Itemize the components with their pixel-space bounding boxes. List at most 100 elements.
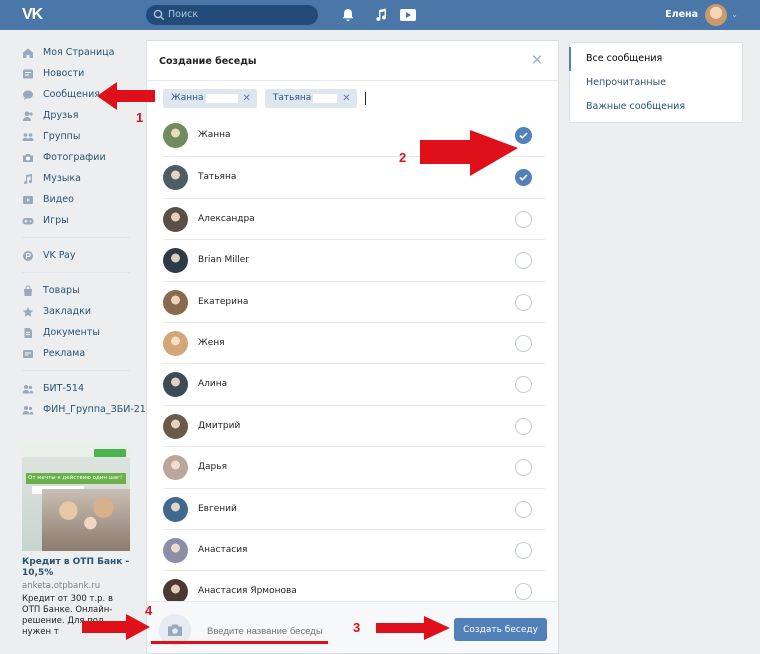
unchecked-checkbox[interactable] [515,541,532,559]
menu-item-important[interactable]: Важные сообщения [570,95,742,119]
contact-row[interactable]: Дмитрий [163,404,545,446]
contact-name: Татьяна [198,172,237,183]
search-box[interactable]: Поиск [146,5,318,25]
contact-avatar [163,248,188,274]
annotation-number-3: 3 [353,620,361,635]
contact-avatar [163,455,188,481]
remove-chip-icon[interactable]: ✕ [342,93,350,104]
sidebar-item-vk-pay[interactable]: VK Pay [22,245,140,266]
group-chat-icon [22,383,34,395]
document-icon [22,327,34,339]
ad-domain: anketa.otpbank.ru [22,581,101,591]
annotation-number-2: 2 [399,150,407,165]
unchecked-checkbox[interactable] [515,583,532,601]
close-icon[interactable]: ✕ [530,53,544,68]
contact-name: Екатерина [198,296,249,307]
ad-title[interactable]: Кредит в ОТП Банк - 10,5% [22,557,132,579]
contact-list: Жанна Татьяна Александра Brian Miller Екатер… [163,115,545,612]
contact-row[interactable]: Дарья [163,446,545,487]
sidebar-item-label: Группы [43,131,81,142]
contact-row[interactable]: Александра [163,197,545,239]
bank-logo [94,449,126,457]
sidebar-item-goods[interactable]: Товары [22,280,140,301]
create-chat-button[interactable]: Создать беседу [454,618,547,641]
unchecked-checkbox[interactable] [515,210,532,228]
contact-avatar [163,289,188,315]
sidebar-item-documents[interactable]: Документы [22,322,140,343]
unchecked-checkbox[interactable] [515,459,532,477]
contact-avatar [163,165,188,191]
groups-icon [22,131,34,143]
music-icon[interactable] [373,7,389,23]
camera-icon [168,624,182,636]
contact-row[interactable]: Екатерина [163,280,545,322]
contact-row[interactable]: Евгений [163,487,545,529]
contact-avatar [163,537,188,563]
unchecked-checkbox[interactable] [515,252,532,270]
chat-name-input[interactable] [207,626,357,637]
sidebar-item-label: Реклама [43,348,86,359]
sidebar-item-my-page[interactable]: Моя Страница [22,42,140,63]
unchecked-checkbox[interactable] [515,417,532,435]
news-icon [22,68,34,80]
remove-chip-icon[interactable]: ✕ [243,93,251,104]
participant-chip[interactable]: Жанна ✕ [163,88,257,108]
video-play-icon[interactable] [399,7,417,23]
sidebar-item-video[interactable]: Видео [22,189,140,210]
bag-icon [22,285,34,297]
vk-logo[interactable]: VK [22,6,48,24]
text-caret[interactable] [364,91,366,105]
sidebar-item-group-chat-1[interactable]: БИТ-514 [22,378,140,399]
annotation-underline [151,641,328,644]
search-icon [153,9,165,21]
checkmark-icon [519,132,528,139]
sidebar-item-games[interactable]: Игры [22,210,140,231]
sidebar-item-group-chat-2[interactable]: ФИН_Группа_ЗБИ-21 [22,399,146,420]
annotation-number-1: 1 [136,110,144,125]
unchecked-checkbox[interactable] [515,376,532,394]
contact-avatar [163,330,188,356]
contact-row[interactable]: Алина [163,363,545,404]
contact-name: Дарья [198,462,227,473]
bell-icon[interactable] [340,7,356,23]
sidebar-item-music[interactable]: Музыка [22,168,140,189]
unchecked-checkbox[interactable] [515,293,532,311]
menu-item-all-messages[interactable]: Все сообщения [569,47,742,71]
redacted-text [313,93,338,103]
contact-name: Алина [198,379,228,390]
search-input[interactable]: Поиск [168,9,198,20]
sidebar-item-bookmarks[interactable]: Закладки [22,301,140,322]
group-chat-icon [22,404,34,416]
participant-chip[interactable]: Татьяна ✕ [264,88,357,108]
ads-icon [22,348,34,360]
user-name[interactable]: Елена [665,9,698,20]
dialog-header: Создание беседы ✕ [147,41,558,81]
annotation-arrow-1 [97,82,155,110]
sidebar-item-groups[interactable]: Группы [22,126,140,147]
ad-banner-line: От мечты к действию один шаг! [26,473,126,484]
sidebar-divider [22,272,130,273]
contact-row[interactable]: Анастасия [163,528,545,570]
sidebar-item-label: Товары [43,285,80,296]
unchecked-checkbox[interactable] [515,334,532,352]
menu-item-unread[interactable]: Непрочитанные [570,71,742,95]
sidebar-item-label: ФИН_Группа_ЗБИ-21 [43,404,146,415]
sidebar-item-ads[interactable]: Реклама [22,343,140,364]
ad-banner-image[interactable]: От мечты к действию один шаг! [22,443,130,551]
sidebar-item-photos[interactable]: Фотографии [22,147,140,168]
unchecked-checkbox[interactable] [515,500,532,518]
contact-row[interactable]: Женя [163,321,545,363]
top-bar: VK Поиск Елена ⌄ [0,0,760,30]
sidebar-ad[interactable]: От мечты к действию один шаг! Кредит в О… [22,443,132,638]
user-avatar[interactable] [705,4,727,26]
contact-avatar [163,496,188,522]
contact-name: Женя [198,337,225,348]
chevron-down-icon[interactable]: ⌄ [731,10,738,19]
contact-name: Анастасия Ярмонова [198,586,297,597]
friends-icon [22,110,34,122]
contact-avatar [163,372,188,398]
camera-icon [22,152,34,164]
contact-name: Brian Miller [198,255,249,266]
vkpay-icon [22,250,34,262]
contact-row[interactable]: Brian Miller [163,239,545,280]
